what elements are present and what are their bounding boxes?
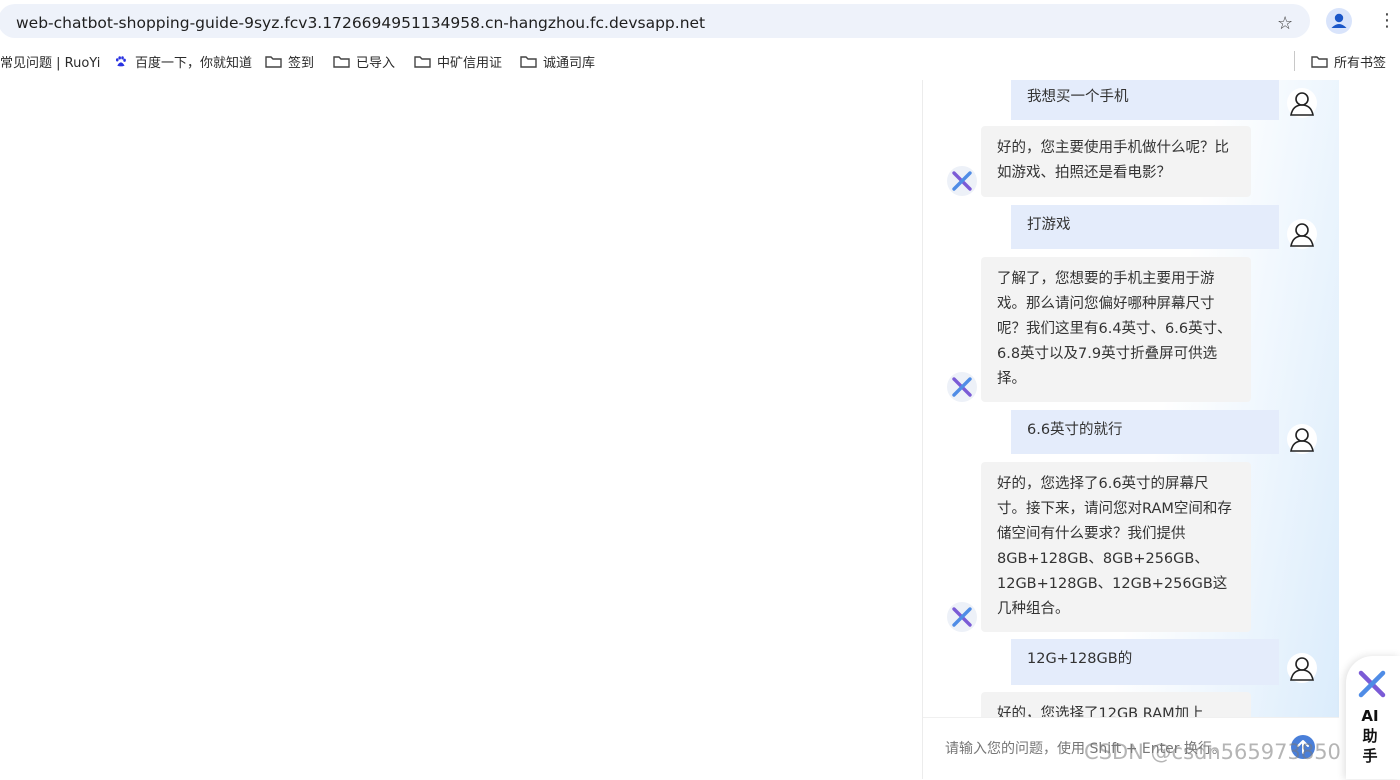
bot-message: 了解了，您想要的手机主要用于游戏。那么请问您偏好哪种屏幕尺寸呢？我们这里有6.4… <box>981 257 1251 402</box>
user-avatar-icon <box>1287 88 1317 118</box>
bookmark-label: 诚通司库 <box>543 56 596 71</box>
user-avatar-icon <box>1287 424 1317 454</box>
bookmark-label: 百度一下，你就知道 <box>135 56 253 71</box>
chat-panel: 我想买一个手机 好的，您主要使用手机做什么呢？比如游戏、拍照还是看电影？ 打游戏… <box>922 80 1339 780</box>
browser-toolbar: ⁝ web-chatbot-shopping-guide-9syz.fcv3.1… <box>0 0 1400 42</box>
bookmark-folder-zhongkuang[interactable]: 中矿信用证 <box>414 52 502 71</box>
bookmark-label: 签到 <box>288 56 315 71</box>
bot-avatar-icon <box>947 372 977 402</box>
folder-icon <box>1311 56 1328 68</box>
bot-message: 好的，您选择了12GB RAM加上 <box>981 692 1251 717</box>
bookmark-label: 中矿信用证 <box>437 56 503 71</box>
bookmark-star-icon[interactable]: ☆ <box>1277 13 1293 34</box>
bookmark-folder-imported[interactable]: 已导入 <box>333 52 395 71</box>
user-message: 打游戏 <box>1011 205 1279 249</box>
all-bookmarks-button[interactable]: 所有书签 <box>1311 52 1386 71</box>
bookmark-label: 已导入 <box>356 56 396 71</box>
profile-avatar-icon[interactable] <box>1326 8 1352 34</box>
address-url[interactable]: web-chatbot-shopping-guide-9syz.fcv3.172… <box>16 14 705 32</box>
folder-icon <box>333 56 350 68</box>
bookmark-label: 常见问题 | RuoYi <box>0 56 101 71</box>
address-bar[interactable]: ⁝ web-chatbot-shopping-guide-9syz.fcv3.1… <box>0 4 1310 38</box>
user-avatar-icon <box>1287 219 1317 249</box>
folder-icon <box>414 56 431 68</box>
bot-message: 好的，您选择了6.6英寸的屏幕尺寸。接下来，请问您对RAM空间和存储空间有什么要… <box>981 462 1251 632</box>
user-message: 12G+128GB的 <box>1011 639 1279 685</box>
user-message: 6.6英寸的就行 <box>1011 410 1279 454</box>
folder-icon <box>520 56 537 68</box>
message-list[interactable]: 我想买一个手机 好的，您主要使用手机做什么呢？比如游戏、拍照还是看电影？ 打游戏… <box>923 80 1339 717</box>
user-avatar-icon <box>1287 653 1317 683</box>
bot-avatar-icon <box>947 166 977 196</box>
bot-avatar-icon <box>947 602 977 632</box>
folder-icon <box>265 56 282 68</box>
ai-helper-label: AI助手 <box>1361 707 1379 765</box>
bookmark-folder-chengtong[interactable]: 诚通司库 <box>520 52 595 71</box>
kebab-menu-icon[interactable]: ⋮ <box>1378 8 1396 34</box>
ai-helper-button[interactable]: AI助手 <box>1346 656 1400 779</box>
ai-x-logo-icon <box>1358 670 1386 698</box>
watermark: CSDN @csdn565973850 <box>1084 740 1341 764</box>
bookmarks-divider <box>1294 51 1295 71</box>
bookmark-baidu[interactable]: 百度一下，你就知道 <box>112 52 252 71</box>
all-bookmarks-label: 所有书签 <box>1334 56 1387 71</box>
user-message: 我想买一个手机 <box>1011 80 1279 120</box>
bot-message: 好的，您主要使用手机做什么呢？比如游戏、拍照还是看电影？ <box>981 126 1251 197</box>
bookmark-folder-qiandao[interactable]: 签到 <box>265 52 314 71</box>
bookmarks-bar: 常见问题 | RuoYi 百度一下，你就知道 签到 已导入 中矿信用证 诚通司库… <box>0 42 1400 80</box>
bookmark-ruoyi[interactable]: 常见问题 | RuoYi <box>0 52 100 71</box>
baidu-paw-icon <box>115 56 126 67</box>
